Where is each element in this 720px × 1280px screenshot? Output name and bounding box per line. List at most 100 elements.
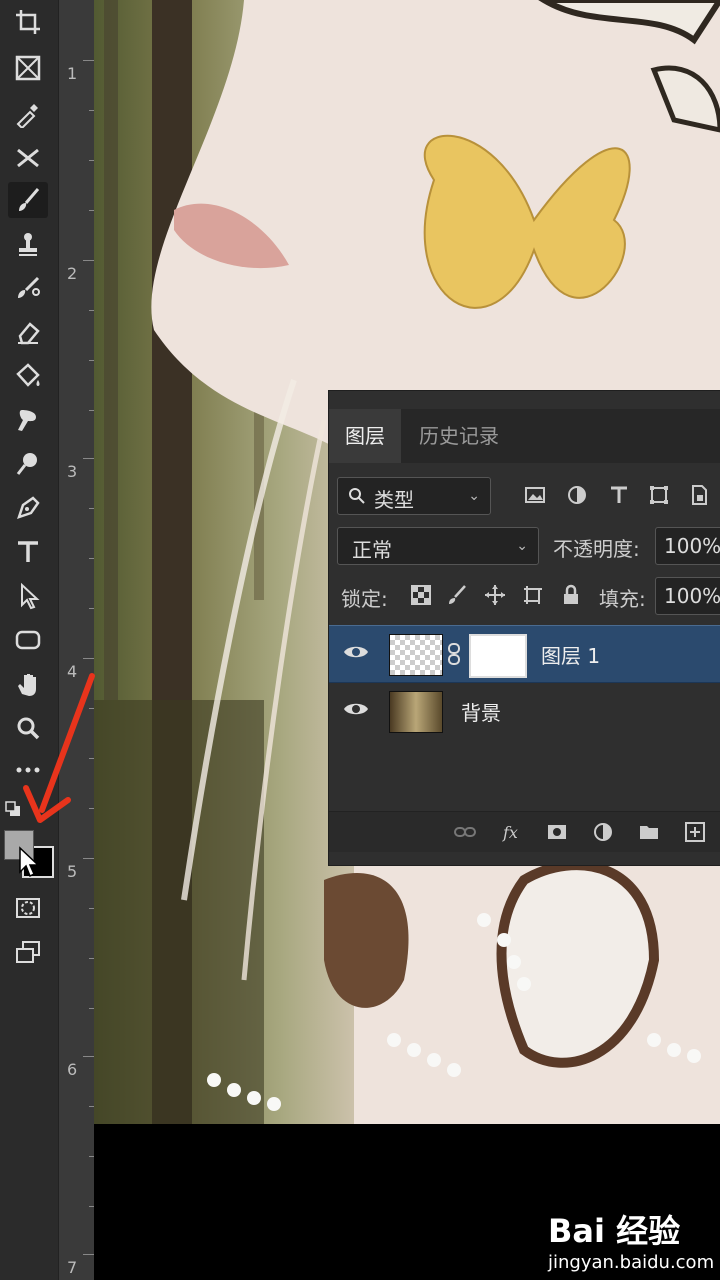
pen-icon (17, 496, 40, 519)
red-arrow-annotation (23, 673, 95, 823)
ruler-mark: 1 (67, 64, 78, 83)
link-layers-button[interactable] (449, 816, 481, 848)
lock-pixels-button[interactable] (441, 579, 473, 611)
lock-transparent-button[interactable] (405, 579, 437, 611)
smudge-tool[interactable] (8, 402, 48, 438)
crop-tool[interactable] (8, 4, 48, 40)
healing-tool[interactable] (8, 140, 48, 176)
filter-shape-button[interactable] (643, 479, 675, 511)
plus-icon (685, 822, 705, 842)
filter-adjustment-button[interactable] (561, 479, 593, 511)
ruler-mark: 2 (67, 264, 78, 283)
layer-row-layer-1[interactable]: 图层 1 (329, 625, 720, 683)
blend-mode-dropdown[interactable]: 正常 ⌄ (337, 527, 539, 565)
screen-mode-tool[interactable] (8, 934, 48, 970)
filter-type-button[interactable] (603, 479, 635, 511)
quick-mask-tool[interactable] (8, 890, 48, 926)
tab-layers[interactable]: 图层 (329, 409, 401, 463)
type-filter-icon (611, 486, 627, 503)
vertical-ruler: 1 2 3 4 5 6 7 (58, 0, 95, 1280)
lock-artboard-button[interactable] (517, 579, 549, 611)
image-icon (525, 487, 545, 503)
add-mask-button[interactable] (541, 816, 573, 848)
layer-mask-thumbnail[interactable] (469, 634, 527, 678)
watermark-brand: Bai 经验 (548, 1212, 681, 1250)
quick-mask-icon (16, 898, 40, 918)
lock-icon (564, 584, 578, 604)
path-select-icon (21, 582, 40, 610)
baidu-jingyan-watermark: Bai 经验 jingyan.baidu.com (548, 1206, 714, 1273)
history-brush-icon (18, 276, 40, 298)
crop-icon (16, 10, 40, 34)
paint-bucket-icon (16, 363, 40, 387)
layers-panel-footer: fx (329, 811, 720, 852)
path-select-tool[interactable] (8, 578, 48, 614)
opacity-value: 100% (664, 534, 720, 558)
filter-pixel-button[interactable] (519, 479, 551, 511)
smart-object-icon (692, 485, 707, 505)
lock-all-button[interactable] (555, 579, 587, 611)
fill-label: 填充: (599, 587, 646, 611)
new-layer-button[interactable] (679, 816, 711, 848)
opacity-input[interactable]: 100% (655, 527, 720, 565)
link-chain-icon[interactable] (447, 642, 461, 666)
eyedropper-icon (16, 104, 38, 128)
layer-name: 背景 (461, 701, 501, 725)
type-tool[interactable] (8, 534, 48, 570)
link-icon (454, 827, 476, 837)
ruler-mark: 6 (67, 1060, 78, 1079)
chevron-down-icon: ⌄ (516, 538, 528, 554)
stamp-icon (19, 233, 37, 256)
pen-tool[interactable] (8, 490, 48, 526)
brush-icon (449, 585, 466, 604)
layers-panel: 图层 历史记录 类型 ⌄ 正常 ⌄ 不透明度: 100% 锁定: 填充: 100… (328, 390, 720, 866)
layer-name: 图层 1 (541, 644, 601, 668)
adjustment-circle-icon (568, 486, 586, 504)
eye-visibility-icon[interactable] (343, 642, 369, 662)
eye-visibility-icon[interactable] (343, 699, 369, 719)
watermark-url: jingyan.baidu.com (548, 1252, 715, 1273)
brush-icon (19, 188, 40, 211)
new-group-button[interactable] (633, 816, 665, 848)
layer-style-button[interactable]: fx (497, 816, 529, 848)
tools-panel (0, 0, 58, 1280)
lock-label: 锁定: (341, 587, 388, 611)
panel-tabs: 图层 历史记录 (329, 409, 720, 463)
adjustment-circle-icon (594, 823, 612, 841)
filter-smart-object-button[interactable] (683, 479, 715, 511)
stamp-tool[interactable] (8, 226, 48, 262)
screen-mode-icon (16, 941, 40, 963)
lock-position-button[interactable] (479, 579, 511, 611)
eraser-icon (18, 322, 40, 345)
ruler-mark: 3 (67, 462, 78, 481)
fx-icon: fx (502, 823, 518, 842)
shape-icon (15, 630, 41, 650)
svg-text:fx: fx (502, 823, 518, 842)
dodge-tool[interactable] (8, 446, 48, 482)
layer-filter-dropdown[interactable]: 类型 ⌄ (337, 477, 491, 515)
eyedropper-tool[interactable] (8, 96, 48, 132)
tab-history[interactable]: 历史记录 (403, 409, 515, 463)
paint-bucket-tool[interactable] (8, 358, 48, 394)
dodge-icon (16, 453, 37, 475)
folder-icon (640, 826, 658, 839)
mouse-cursor-icon (19, 846, 38, 878)
artboard-icon (524, 586, 542, 604)
healing-icon (17, 148, 39, 168)
eraser-tool[interactable] (8, 314, 48, 350)
shape-filter-icon (650, 486, 668, 504)
fill-value: 100% (664, 584, 720, 608)
checkerboard-icon (411, 585, 431, 605)
adjustment-layer-button[interactable] (587, 816, 619, 848)
frame-tool[interactable] (8, 50, 48, 86)
layer-row-background[interactable]: 背景 (329, 683, 720, 739)
brush-tool[interactable] (8, 182, 48, 218)
move-icon (485, 585, 505, 605)
history-brush-tool[interactable] (8, 270, 48, 306)
frame-icon (15, 55, 41, 81)
smudge-icon (18, 410, 36, 431)
shape-tool[interactable] (8, 622, 48, 658)
search-icon (349, 488, 365, 504)
fill-input[interactable]: 100% (655, 577, 720, 615)
ruler-mark: 7 (67, 1258, 78, 1277)
